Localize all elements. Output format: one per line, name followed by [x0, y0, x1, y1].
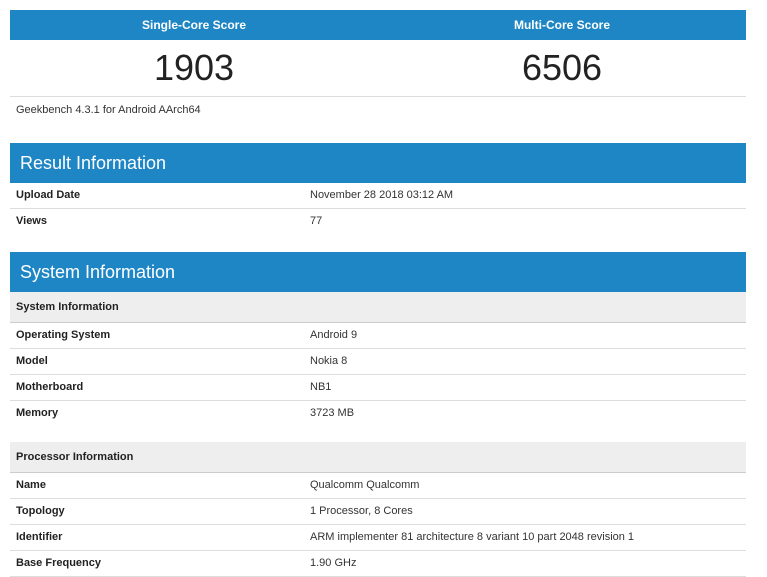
table-row: Operating System Android 9 [10, 323, 746, 349]
geekbench-result-page: Single-Core Score Multi-Core Score 1903 … [10, 10, 746, 577]
table-row: Views 77 [10, 209, 746, 234]
system-information-header: System Information [10, 252, 746, 292]
table-row: Identifier ARM implementer 81 architectu… [10, 525, 746, 551]
row-label: Topology [16, 505, 65, 517]
row-label: Model [16, 355, 48, 367]
table-row: Topology 1 Processor, 8 Cores [10, 499, 746, 525]
score-values: 1903 6506 [10, 40, 746, 97]
row-value: 1 Processor, 8 Cores [310, 505, 413, 517]
table-row: Memory 3723 MB [10, 401, 746, 426]
row-label: Memory [16, 407, 59, 419]
table-row: Model Nokia 8 [10, 349, 746, 375]
row-label: Name [16, 479, 46, 491]
row-label: Base Frequency [16, 557, 101, 569]
table-row: Base Frequency 1.90 GHz [10, 551, 746, 577]
row-value: November 28 2018 03:12 AM [310, 189, 454, 201]
table-row: Upload Date November 28 2018 03:12 AM [10, 183, 746, 209]
row-value: 77 [310, 215, 323, 227]
row-value: 1.90 GHz [310, 557, 357, 569]
multi-core-score-value: 6506 [521, 47, 603, 88]
result-information-table: Upload Date November 28 2018 03:12 AM Vi… [10, 183, 746, 234]
single-core-score-value: 1903 [153, 47, 235, 88]
row-value: Qualcomm Qualcomm [310, 479, 420, 491]
row-label: Identifier [16, 531, 63, 543]
multi-core-score-label: Multi-Core Score [513, 18, 610, 32]
row-value: NB1 [310, 381, 332, 393]
score-header-bar: Single-Core Score Multi-Core Score [10, 10, 746, 40]
row-label: Upload Date [16, 189, 81, 201]
benchmark-version: Geekbench 4.3.1 for Android AArch64 [16, 104, 201, 116]
row-value: Android 9 [310, 329, 358, 341]
result-information-header: Result Information [10, 143, 746, 183]
table-row: Name Qualcomm Qualcomm [10, 473, 746, 499]
system-information-subheader: System Information [10, 292, 746, 323]
table-row: Motherboard NB1 [10, 375, 746, 401]
row-label: Views [16, 215, 47, 227]
row-label: Motherboard [16, 381, 84, 393]
single-core-score-label: Single-Core Score [141, 18, 247, 32]
system-information-table: Operating System Android 9 Model Nokia 8… [10, 323, 746, 426]
row-value: 3723 MB [310, 407, 355, 419]
row-value: Nokia 8 [310, 355, 348, 367]
row-label: Operating System [16, 329, 111, 341]
processor-information-subheader: Processor Information [10, 442, 746, 473]
processor-information-table: Name Qualcomm Qualcomm Topology 1 Proces… [10, 473, 746, 577]
row-value: ARM implementer 81 architecture 8 varian… [310, 531, 635, 543]
